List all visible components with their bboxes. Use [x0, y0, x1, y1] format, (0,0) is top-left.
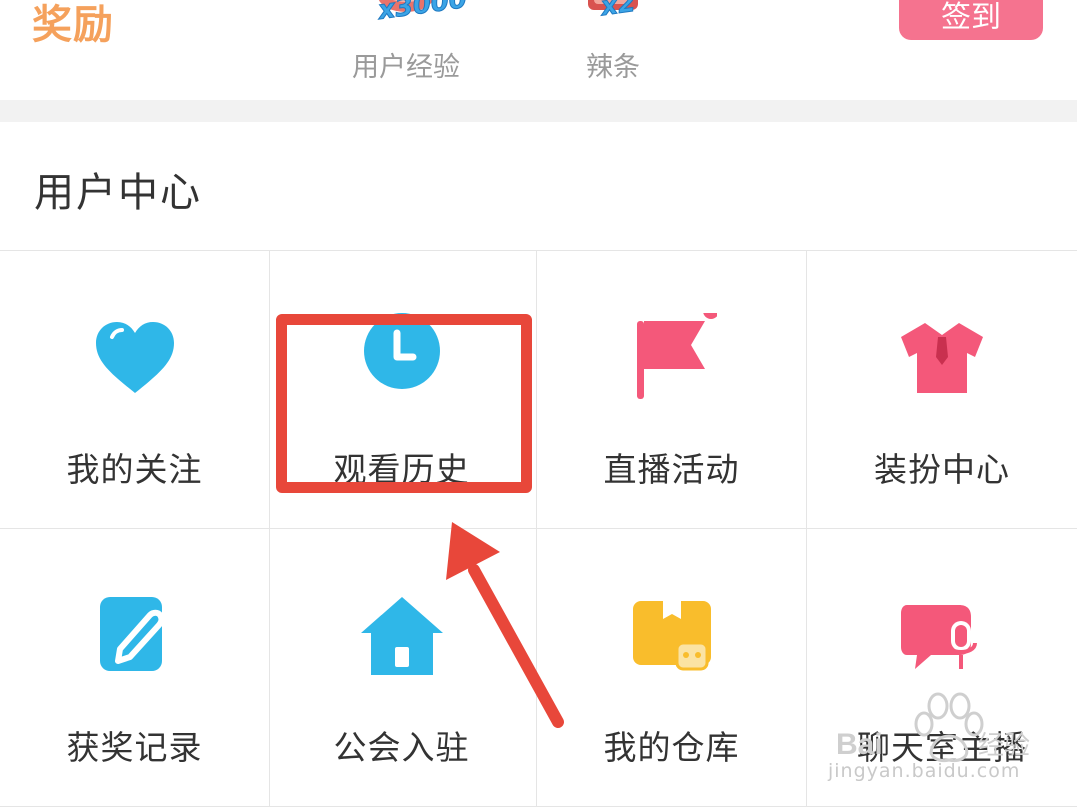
rewards-title: 奖励 — [32, 2, 114, 48]
grid-item-label: 我的仓库 — [603, 728, 740, 767]
reward-quantity: x3000 — [376, 0, 469, 27]
grid-item-label: 获奖记录 — [66, 728, 203, 767]
reward-user-experience: x3000 用户经验 — [326, 0, 486, 100]
reward-label: 辣条 — [586, 52, 640, 83]
svg-text:Bai: Bai — [836, 728, 883, 761]
reward-label: 用户经验 — [352, 52, 460, 83]
grid-item-live-events[interactable]: 直播活动 — [537, 251, 807, 529]
heart-icon — [90, 313, 180, 403]
annotation-highlight-box — [276, 314, 532, 493]
grid-item-my-follows[interactable]: 我的关注 — [0, 251, 270, 529]
user-center-title: 用户中心 — [34, 170, 202, 216]
grid-item-label: 我的关注 — [66, 450, 203, 489]
sign-in-button[interactable]: 签到 — [899, 0, 1043, 40]
grid-item-dressup-center[interactable]: 装扮中心 — [807, 251, 1077, 529]
shirt-icon — [897, 313, 987, 403]
watermark-text: jingyan.baidu.com — [828, 760, 1021, 782]
grid-item-label: 直播活动 — [603, 450, 740, 489]
package-icon — [627, 591, 717, 681]
house-icon — [357, 591, 447, 681]
grid-item-label: 公会入驻 — [333, 728, 470, 767]
flag-icon — [627, 303, 719, 403]
grid-item-my-warehouse[interactable]: 我的仓库 — [537, 529, 807, 807]
grid-item-guild-join[interactable]: 公会入驻 — [267, 529, 537, 807]
grid-item-award-records[interactable]: 获奖记录 — [0, 529, 270, 807]
section-divider — [0, 100, 1077, 122]
svg-text:经验: 经验 — [978, 731, 1030, 761]
rewards-panel: 奖励 x3000 用户经验 x2 辣条 签到 — [0, 0, 1077, 100]
grid-item-label: 装扮中心 — [874, 450, 1010, 489]
chat-mic-icon — [897, 591, 987, 681]
edit-record-icon — [90, 591, 180, 681]
reward-spicy-strip: x2 辣条 — [533, 0, 693, 100]
